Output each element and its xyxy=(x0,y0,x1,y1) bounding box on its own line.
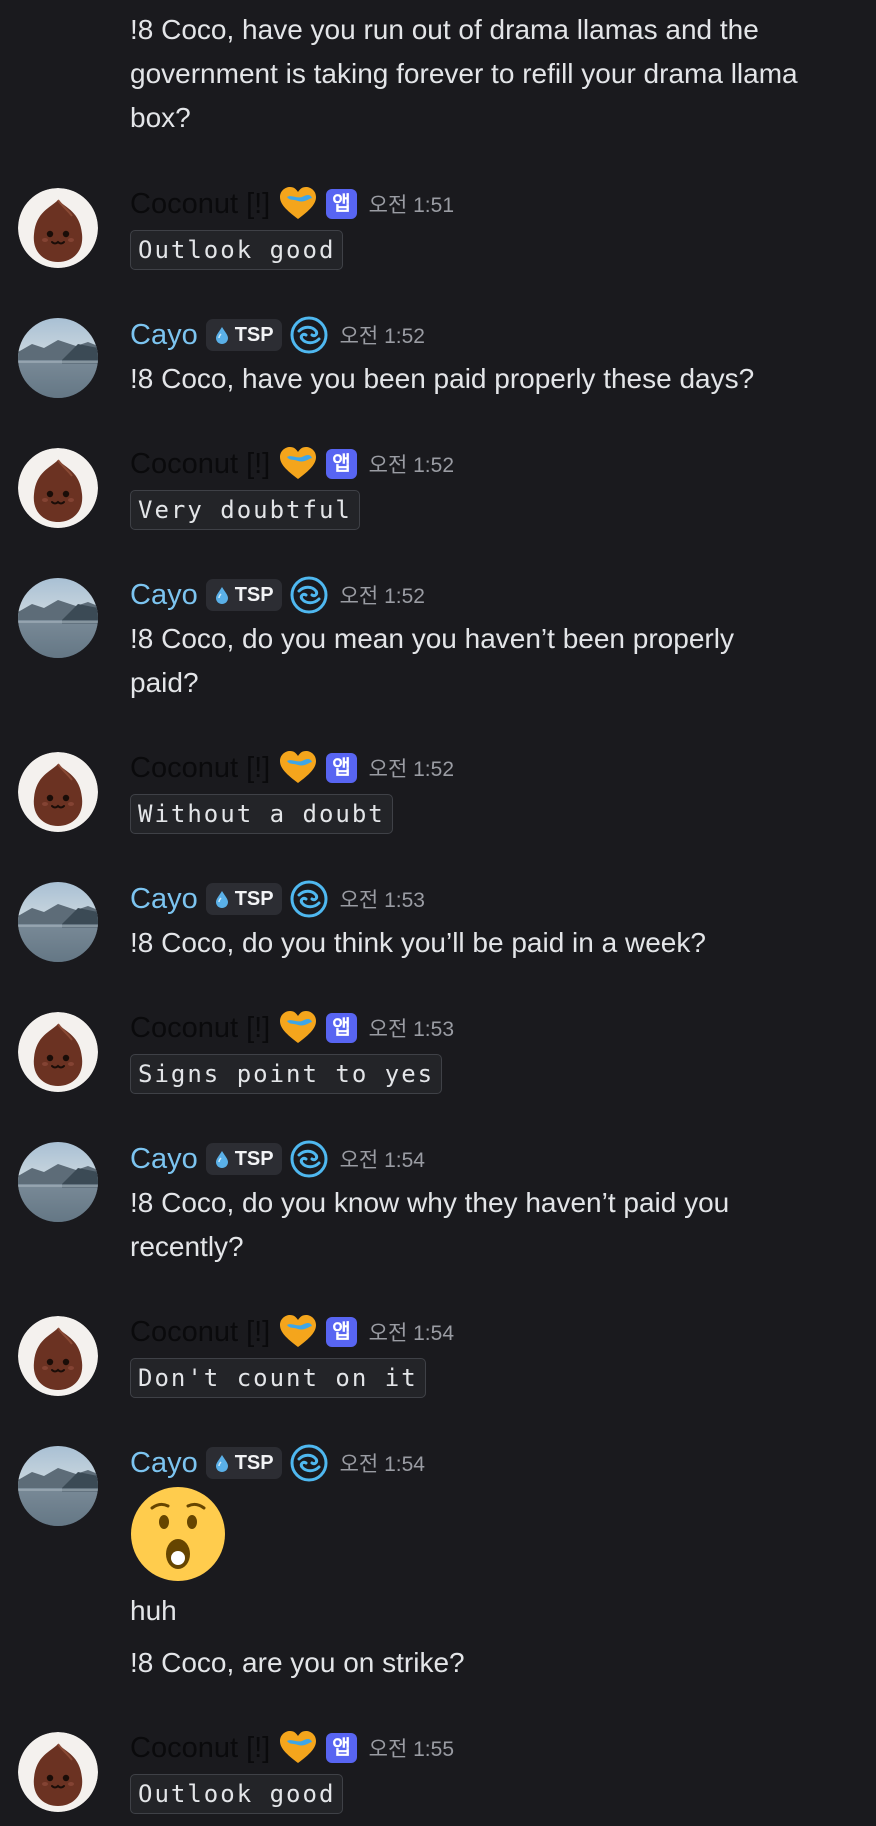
bot-avatar[interactable] xyxy=(18,1012,98,1092)
message-text: !8 Coco, are you on strike? xyxy=(130,1647,465,1678)
swirl-icon xyxy=(290,1444,328,1482)
water-drop-icon xyxy=(212,325,232,345)
timestamp[interactable]: 오전 1:54 xyxy=(369,1317,454,1347)
message-text: !8 Coco, have you run out of drama llama… xyxy=(130,14,798,133)
swirl-icon xyxy=(290,880,328,918)
server-tag[interactable]: TSP xyxy=(205,1143,282,1175)
heart-icon xyxy=(278,1730,318,1766)
heart-icon xyxy=(278,1314,318,1350)
bot-avatar[interactable] xyxy=(18,1732,98,1812)
message-text: !8 Coco, do you think you’ll be paid in … xyxy=(130,927,706,958)
message-header: Cayo TSP 오전 1:52 xyxy=(130,315,425,355)
timestamp[interactable]: 오전 1:53 xyxy=(340,884,425,914)
timestamp[interactable]: 오전 1:54 xyxy=(340,1144,425,1174)
app-badge: 앱 xyxy=(326,449,357,479)
message-header: Coconut [!] 앱 오전 1:53 xyxy=(130,1008,454,1048)
message-header: Coconut [!] 앱 오전 1:51 xyxy=(130,184,454,224)
message-text: !8 Coco, have you been paid properly the… xyxy=(130,363,755,394)
message-text: !8 Coco, do you know why they haven’t pa… xyxy=(130,1187,730,1262)
message-header: Cayo TSP 오전 1:54 xyxy=(130,1443,425,1483)
app-badge: 앱 xyxy=(326,1733,357,1763)
heart-icon xyxy=(278,750,318,786)
timestamp[interactable]: 오전 1:54 xyxy=(340,1448,425,1478)
user-avatar[interactable] xyxy=(18,882,98,962)
bot-avatar[interactable] xyxy=(18,188,98,268)
server-tag[interactable]: TSP xyxy=(205,883,282,915)
message-header: Coconut [!] 앱 오전 1:52 xyxy=(130,444,454,484)
user-avatar[interactable] xyxy=(18,1142,98,1222)
water-drop-icon xyxy=(212,1453,232,1473)
message-text: !8 Coco, do you mean you haven’t been pr… xyxy=(130,623,734,698)
water-drop-icon xyxy=(212,889,232,909)
server-tag[interactable]: TSP xyxy=(205,319,282,351)
user-username[interactable]: Cayo xyxy=(130,1447,198,1480)
server-tag[interactable]: TSP xyxy=(205,1447,282,1479)
code-reply: Outlook good xyxy=(130,1774,344,1814)
message-header: Cayo TSP 오전 1:53 xyxy=(130,879,425,919)
server-tag-label: TSP xyxy=(234,583,274,606)
message-header: Coconut [!] 앱 오전 1:55 xyxy=(130,1728,454,1768)
bot-username[interactable]: Coconut [!] xyxy=(130,1732,270,1765)
message-header: Cayo TSP 오전 1:52 xyxy=(130,575,425,615)
user-avatar[interactable] xyxy=(18,1446,98,1526)
server-tag-label: TSP xyxy=(234,887,274,910)
server-tag-label: TSP xyxy=(234,1147,274,1170)
bot-username[interactable]: Coconut [!] xyxy=(130,1012,270,1045)
timestamp[interactable]: 오전 1:52 xyxy=(340,320,425,350)
user-avatar[interactable] xyxy=(18,578,98,658)
water-drop-icon xyxy=(212,585,232,605)
app-badge: 앱 xyxy=(326,753,357,783)
code-reply: Without a doubt xyxy=(130,794,393,834)
water-drop-icon xyxy=(212,1149,232,1169)
timestamp[interactable]: 오전 1:55 xyxy=(369,1733,454,1763)
message-header: Cayo TSP 오전 1:54 xyxy=(130,1139,425,1179)
bot-avatar[interactable] xyxy=(18,448,98,528)
app-badge: 앱 xyxy=(326,189,357,219)
bot-avatar[interactable] xyxy=(18,1316,98,1396)
bot-username[interactable]: Coconut [!] xyxy=(130,752,270,785)
message-header: Coconut [!] 앱 오전 1:54 xyxy=(130,1312,454,1352)
bot-avatar[interactable] xyxy=(18,752,98,832)
astonished-face-emoji[interactable] xyxy=(130,1486,226,1582)
swirl-icon xyxy=(290,1140,328,1178)
timestamp[interactable]: 오전 1:51 xyxy=(369,189,454,219)
user-username[interactable]: Cayo xyxy=(130,319,198,352)
message-header: Coconut [!] 앱 오전 1:52 xyxy=(130,748,454,788)
heart-icon xyxy=(278,1010,318,1046)
server-tag-label: TSP xyxy=(234,1451,274,1474)
swirl-icon xyxy=(290,576,328,614)
user-username[interactable]: Cayo xyxy=(130,1143,198,1176)
user-avatar[interactable] xyxy=(18,318,98,398)
bot-username[interactable]: Coconut [!] xyxy=(130,1316,270,1349)
timestamp[interactable]: 오전 1:53 xyxy=(369,1013,454,1043)
message-text: huh xyxy=(130,1595,177,1626)
swirl-icon xyxy=(290,316,328,354)
user-username[interactable]: Cayo xyxy=(130,579,198,612)
timestamp[interactable]: 오전 1:52 xyxy=(369,753,454,783)
timestamp[interactable]: 오전 1:52 xyxy=(369,449,454,479)
code-reply: Very doubtful xyxy=(130,490,360,530)
bot-username[interactable]: Coconut [!] xyxy=(130,188,270,221)
code-reply: Outlook good xyxy=(130,230,344,270)
user-username[interactable]: Cayo xyxy=(130,883,198,916)
app-badge: 앱 xyxy=(326,1013,357,1043)
timestamp[interactable]: 오전 1:52 xyxy=(340,580,425,610)
server-tag[interactable]: TSP xyxy=(205,579,282,611)
server-tag-label: TSP xyxy=(234,323,274,346)
code-reply: Don't count on it xyxy=(130,1358,426,1398)
app-badge: 앱 xyxy=(326,1317,357,1347)
code-reply: Signs point to yes xyxy=(130,1054,443,1094)
heart-icon xyxy=(278,186,318,222)
bot-username[interactable]: Coconut [!] xyxy=(130,448,270,481)
heart-icon xyxy=(278,446,318,482)
